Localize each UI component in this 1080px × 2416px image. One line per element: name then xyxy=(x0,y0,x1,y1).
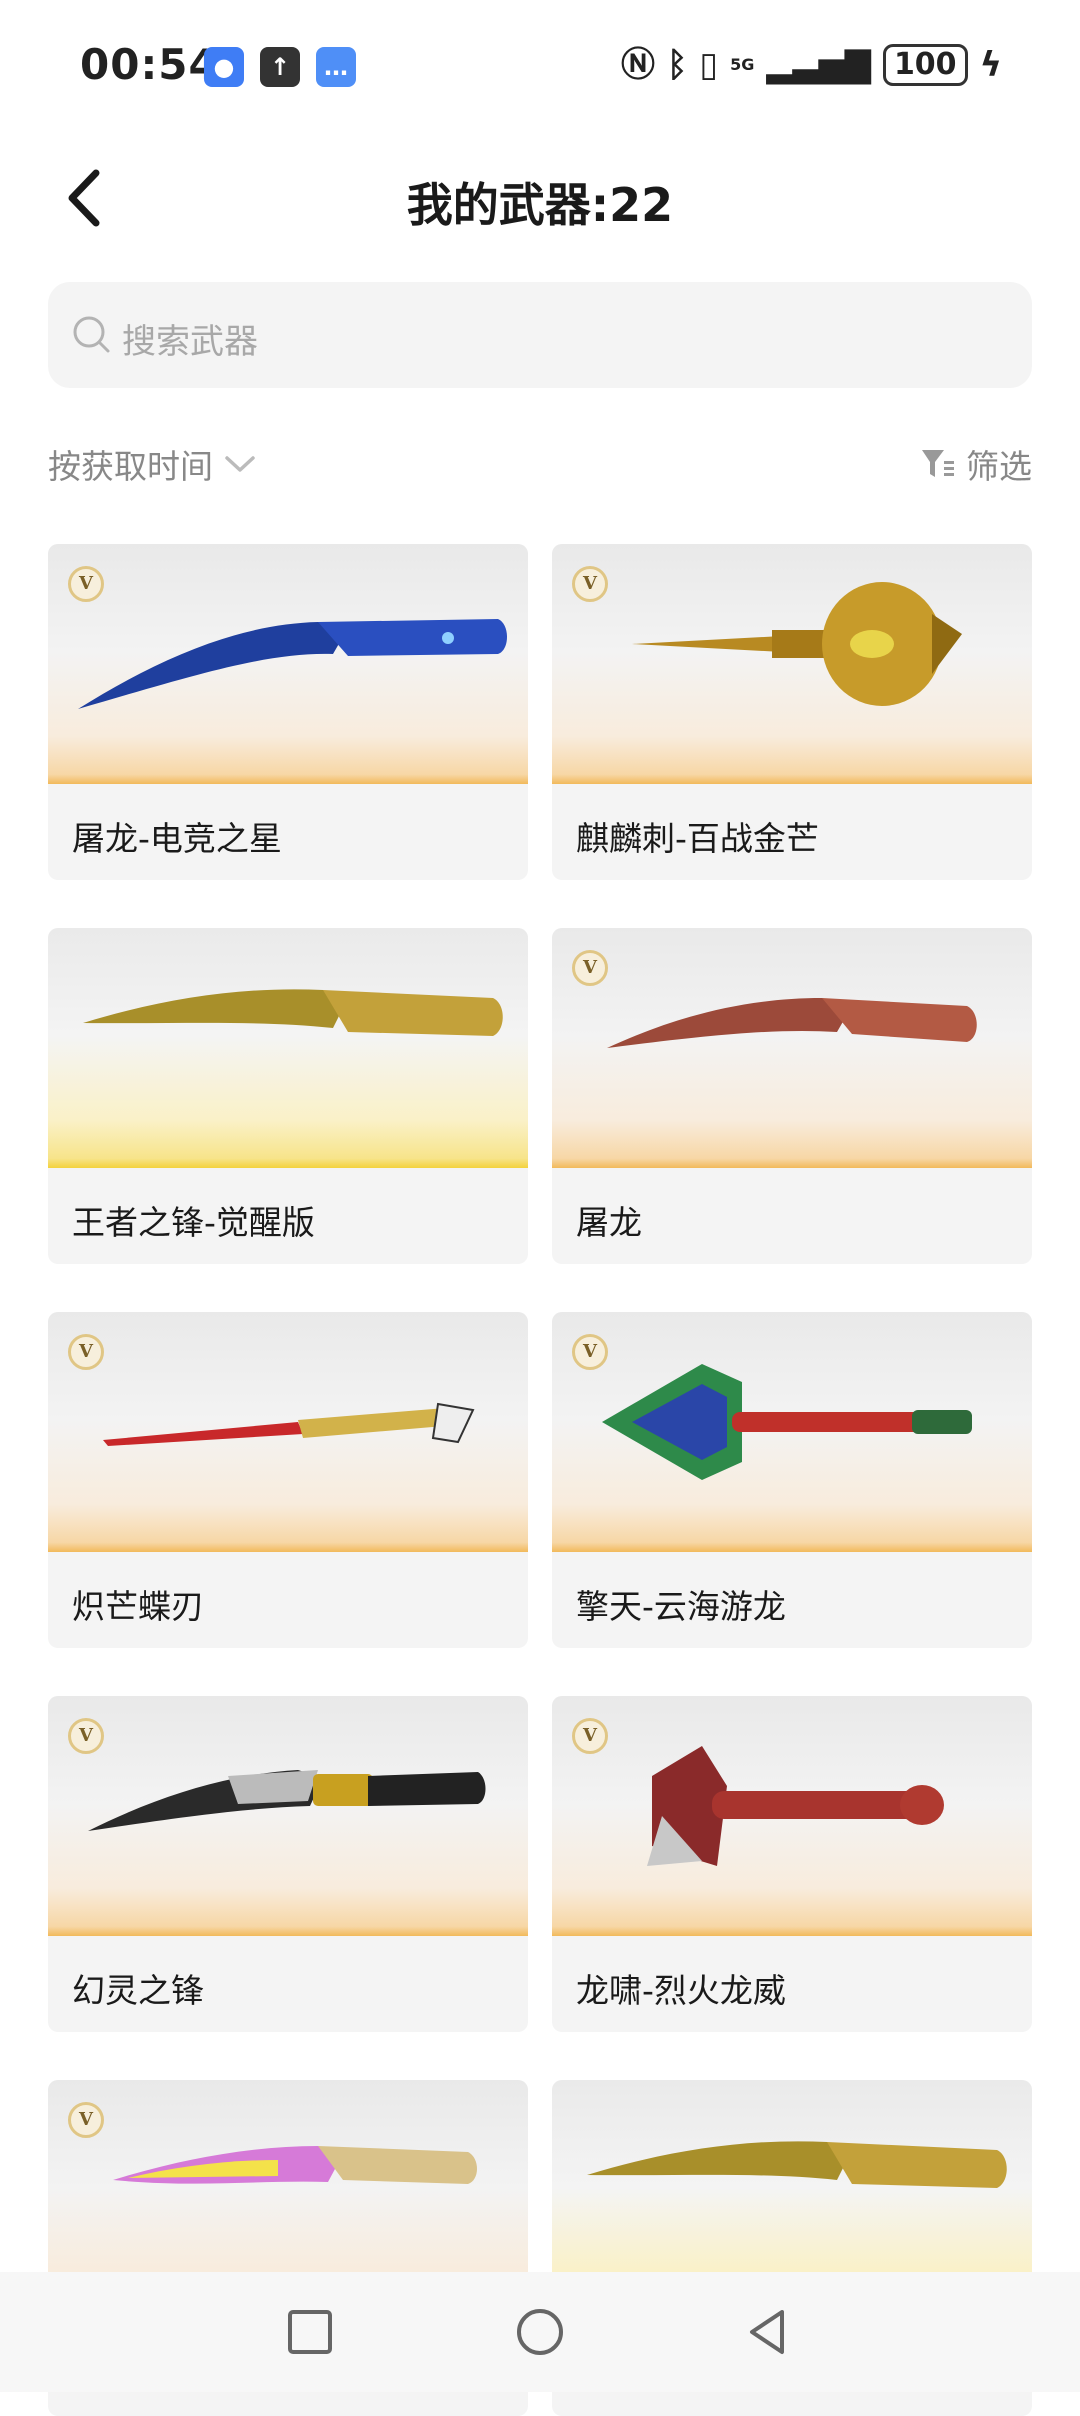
sort-dropdown[interactable]: 按获取时间 xyxy=(48,440,257,488)
butterfly-knife-icon xyxy=(103,1402,475,1446)
weapon-name: 屠龙 xyxy=(576,1203,642,1242)
weapon-image: V xyxy=(48,1696,528,1936)
vip-badge: V xyxy=(572,566,608,602)
search-icon xyxy=(73,316,110,353)
recents-icon[interactable] xyxy=(280,2302,340,2362)
weapon-card[interactable]: V 擎天-云海游龙 xyxy=(552,1312,1032,1648)
weapon-card[interactable]: V 龙啸-烈火龙威 xyxy=(552,1696,1032,2032)
weapon-image: V xyxy=(552,544,1032,784)
golden-dagger-icon xyxy=(632,582,962,706)
kukri-knife-icon xyxy=(88,1770,486,1831)
vip-badge: V xyxy=(572,950,608,986)
kukri-knife-icon xyxy=(78,619,507,709)
weapon-card[interactable]: V 炽芒蝶刃 xyxy=(48,1312,528,1648)
filter-label: 筛选 xyxy=(966,447,1032,486)
charging-icon: ϟ xyxy=(979,45,1002,85)
vip-badge: V xyxy=(68,566,104,602)
upload-icon: ↑ xyxy=(260,47,300,87)
weapon-image: V xyxy=(552,1696,1032,1936)
system-icons: Ⓝ ᛒ ▯ 5G ▂▃▅▇ 100 ϟ xyxy=(621,44,1002,86)
vip-badge: V xyxy=(68,2102,104,2138)
weapon-name: 擎天-云海游龙 xyxy=(576,1587,786,1626)
shovel-axe-icon xyxy=(602,1364,972,1480)
weapon-name: 屠龙-电竞之星 xyxy=(72,819,282,858)
vip-badge: V xyxy=(68,1718,104,1754)
weapon-card[interactable]: V 屠龙 xyxy=(552,928,1032,1264)
weapon-grid: V 屠龙-电竞之星 V 麒麟刺-百战金芒 王者之锋-觉醒版 V 屠龙 V 炽芒蝶… xyxy=(48,544,1032,2416)
kukri-knife-icon xyxy=(83,989,503,1036)
weapon-card[interactable]: 王者之锋-觉醒版 xyxy=(48,928,528,1264)
weapon-image: V xyxy=(552,1312,1032,1552)
filter-icon xyxy=(922,450,954,477)
system-nav-bar xyxy=(0,2272,1080,2392)
message-icon: … xyxy=(316,47,356,87)
home-icon[interactable] xyxy=(510,2302,570,2362)
weapon-name: 龙啸-烈火龙威 xyxy=(576,1971,786,2010)
weapon-name: 王者之锋-觉醒版 xyxy=(72,1203,315,1242)
kukri-knife-icon xyxy=(607,998,977,1048)
bluetooth-icon: ᛒ xyxy=(666,45,688,85)
weapon-name: 麒麟刺-百战金芒 xyxy=(576,819,819,858)
vip-badge: V xyxy=(572,1718,608,1754)
filter-button[interactable]: 筛选 xyxy=(920,440,1032,488)
vip-badge: V xyxy=(68,1334,104,1370)
weapon-image: V xyxy=(48,1312,528,1552)
dragon-axe-icon xyxy=(647,1746,944,1866)
weapon-image: V xyxy=(48,544,528,784)
chevron-down-icon xyxy=(225,456,255,472)
back-nav-icon[interactable] xyxy=(738,2302,798,2362)
search-placeholder: 搜索武器 xyxy=(122,322,258,362)
page-title: 我的武器:22 xyxy=(406,178,674,232)
vip-badge: V xyxy=(572,1334,608,1370)
weapon-image xyxy=(48,928,528,1168)
weapon-image: V xyxy=(552,928,1032,1168)
bear-app-icon: ● xyxy=(204,47,244,87)
signal-icon: ▂▃▅▇ xyxy=(766,45,871,85)
page-header: 我的武器:22 xyxy=(0,135,1080,265)
sort-label: 按获取时间 xyxy=(48,447,213,486)
weapon-card[interactable]: V 屠龙-电竞之星 xyxy=(48,544,528,880)
notification-icons: ● ↑ … xyxy=(204,47,356,87)
nfc-icon: Ⓝ xyxy=(620,45,655,85)
weapon-name: 炽芒蝶刃 xyxy=(72,1587,204,1626)
weapon-card[interactable]: V 麒麟刺-百战金芒 xyxy=(552,544,1032,880)
status-time: 00:54 xyxy=(80,40,219,89)
network-type: 5G xyxy=(730,55,755,74)
weapon-card[interactable]: V 幻灵之锋 xyxy=(48,1696,528,2032)
status-bar: 00:54 ● ↑ … Ⓝ ᛒ ▯ 5G ▂▃▅▇ 100 ϟ xyxy=(0,0,1080,135)
weapon-name: 幻灵之锋 xyxy=(72,1971,204,2010)
vibrate-icon: ▯ xyxy=(699,45,719,85)
search-input[interactable]: 搜索武器 xyxy=(48,282,1032,388)
battery-level: 100 xyxy=(882,44,968,86)
